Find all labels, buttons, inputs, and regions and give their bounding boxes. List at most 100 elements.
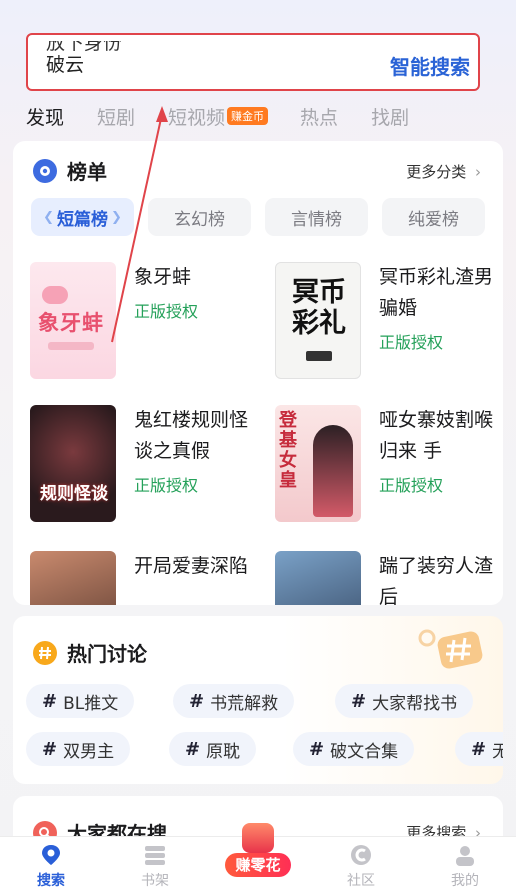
book-license: 正版授权 (134, 476, 199, 495)
nav-search[interactable]: 搜索 (21, 843, 81, 890)
book-cover (275, 551, 361, 605)
topic-chip[interactable]: # 大家帮找书 (335, 684, 474, 718)
smart-search-button[interactable]: 智能搜索 (390, 51, 470, 80)
book-item[interactable]: 开局爱妻深陷 (30, 551, 260, 605)
topic-label: 书荒解救 (210, 693, 279, 714)
topic-chip[interactable]: # 无 (455, 732, 503, 766)
topic-label: 原耽 (206, 741, 241, 762)
hot-discussion-header: 热门讨论 (33, 638, 147, 667)
cover-figure (313, 425, 353, 517)
nav-earn[interactable]: 赚零花 (223, 823, 293, 883)
profile-icon (452, 843, 478, 867)
category-tab-short[interactable]: ❮ 短篇榜 ❯ (31, 198, 134, 236)
hashtag-icon: # (351, 690, 367, 712)
book-license: 正版授权 (379, 333, 444, 352)
cover-text: 登基女皇 (279, 410, 297, 491)
tab-label: 发现 (26, 106, 65, 129)
topic-label: 大家帮找书 (372, 693, 458, 714)
tab-label: 短剧 (97, 106, 136, 129)
cover-text: 象牙蚌 (38, 311, 104, 335)
red-packet-icon (242, 823, 274, 853)
coin-badge: 赚金币 (227, 107, 269, 125)
cover-decoration (48, 342, 94, 350)
category-tab-romance[interactable]: 言情榜 (265, 198, 368, 236)
tab-hot[interactable]: 热点 (300, 103, 338, 130)
ranking-category-tabs: ❮ 短篇榜 ❯ 玄幻榜 言情榜 纯爱榜 (31, 198, 485, 236)
book-item[interactable]: 象牙蚌 象牙蚌 正版授权 (30, 262, 260, 392)
tab-label: 短视频 (168, 106, 226, 129)
topic-chip[interactable]: # 原耽 (169, 732, 257, 766)
book-title: 象牙蚌 (134, 266, 192, 288)
book-title: 踹了装穷人渣后 (379, 555, 494, 605)
category-tab-fantasy[interactable]: 玄幻榜 (148, 198, 251, 236)
book-license: 正版授权 (134, 302, 199, 321)
cover-text: 冥币彩礼 (292, 277, 346, 339)
topic-chip[interactable]: # 书荒解救 (173, 684, 295, 718)
top-tabs: 发现 短剧 短视频 赚金币 热点 找剧 (26, 102, 442, 130)
book-item[interactable]: 冥币彩礼 冥币彩礼渣男骗婚 正版授权 (275, 262, 503, 392)
book-title: 哑女寨妓割喉归来 手 (379, 409, 494, 462)
more-categories-link[interactable]: 更多分类 › (406, 161, 481, 182)
category-tab-bl[interactable]: 纯爱榜 (382, 198, 485, 236)
chevron-right-icon: › (475, 163, 481, 181)
cover-decoration (306, 351, 332, 361)
topic-label: 双男主 (63, 741, 115, 762)
search-ticker[interactable]: 放下身份 破云 (46, 41, 266, 85)
book-license: 正版授权 (379, 476, 444, 495)
hashtag-icon: # (309, 738, 325, 760)
ranking-icon (33, 158, 57, 183)
hot-discussion-card: 热门讨论 # BL推文 # 书荒解救 # 大家帮找书 # 双男主 # 原耽 # 破文合集 #… (13, 616, 503, 784)
book-item[interactable]: 踹了装穷人渣后 (275, 551, 503, 605)
topic-label: 破文合集 (330, 741, 399, 762)
search-box[interactable]: 放下身份 破云 智能搜索 (26, 33, 480, 91)
hashtag-icon: # (185, 738, 201, 760)
topic-label: 无 (492, 741, 503, 762)
book-item[interactable]: 登基女皇 哑女寨妓割喉归来 手 正版授权 (275, 405, 503, 535)
tab-short-video[interactable]: 短视频 赚金币 (168, 103, 269, 130)
category-label: 玄幻榜 (174, 209, 225, 230)
hashtag-circle-icon (33, 640, 57, 665)
book-item[interactable]: 规则怪谈 鬼红楼规则怪谈之真假 正版授权 (30, 405, 260, 535)
ranking-card: 榜单 更多分类 › ❮ 短篇榜 ❯ 玄幻榜 言情榜 纯爱榜 象牙蚌 象牙蚌 正版… (13, 141, 503, 605)
topic-chip[interactable]: # 破文合集 (293, 732, 415, 766)
ranking-title: 榜单 (67, 160, 107, 184)
book-title: 冥币彩礼渣男骗婚 (379, 266, 494, 319)
hashtag-icon: # (471, 738, 487, 760)
nav-profile[interactable]: 我的 (435, 843, 495, 890)
category-label: 纯爱榜 (408, 209, 459, 230)
nav-label: 搜索 (37, 873, 65, 889)
book-cover (30, 551, 116, 605)
hashtag-decoration-icon (417, 624, 487, 674)
hashtag-icon: # (189, 690, 205, 712)
more-categories-label: 更多分类 (406, 163, 467, 181)
category-label: 短篇榜 (57, 209, 108, 230)
hashtag-icon: # (42, 690, 58, 712)
book-cover: 规则怪谈 (30, 405, 116, 522)
bottom-nav: 搜索 书架 赚零花 社区 我的 (0, 823, 516, 896)
nav-bookshelf[interactable]: 书架 (125, 843, 185, 890)
nav-label: 我的 (451, 873, 479, 889)
tab-short-drama[interactable]: 短剧 (97, 103, 135, 130)
topic-label: BL推文 (63, 693, 119, 714)
cover-text: 规则怪谈 (40, 484, 108, 504)
community-icon (348, 843, 374, 867)
tab-discover[interactable]: 发现 (26, 103, 64, 130)
book-title: 开局爱妻深陷 (134, 555, 249, 577)
tab-label: 热点 (300, 106, 339, 129)
topic-chip[interactable]: # 双男主 (26, 732, 131, 766)
search-icon (38, 843, 64, 867)
nav-label: 社区 (347, 873, 375, 889)
laurel-left-icon: ❮ (43, 209, 54, 225)
tab-find-drama[interactable]: 找剧 (371, 103, 409, 130)
cover-decoration (42, 286, 68, 304)
tab-label: 找剧 (371, 106, 410, 129)
laurel-right-icon: ❯ (111, 209, 122, 225)
book-cover: 冥币彩礼 (275, 262, 361, 379)
search-ticker-previous: 放下身份 (46, 41, 123, 54)
topic-chip[interactable]: # BL推文 (26, 684, 135, 718)
nav-community[interactable]: 社区 (331, 843, 391, 890)
hot-discussion-title: 热门讨论 (67, 642, 147, 666)
hashtag-icon: # (42, 738, 58, 760)
ranking-header: 榜单 (33, 156, 107, 185)
book-cover: 象牙蚌 (30, 262, 116, 379)
